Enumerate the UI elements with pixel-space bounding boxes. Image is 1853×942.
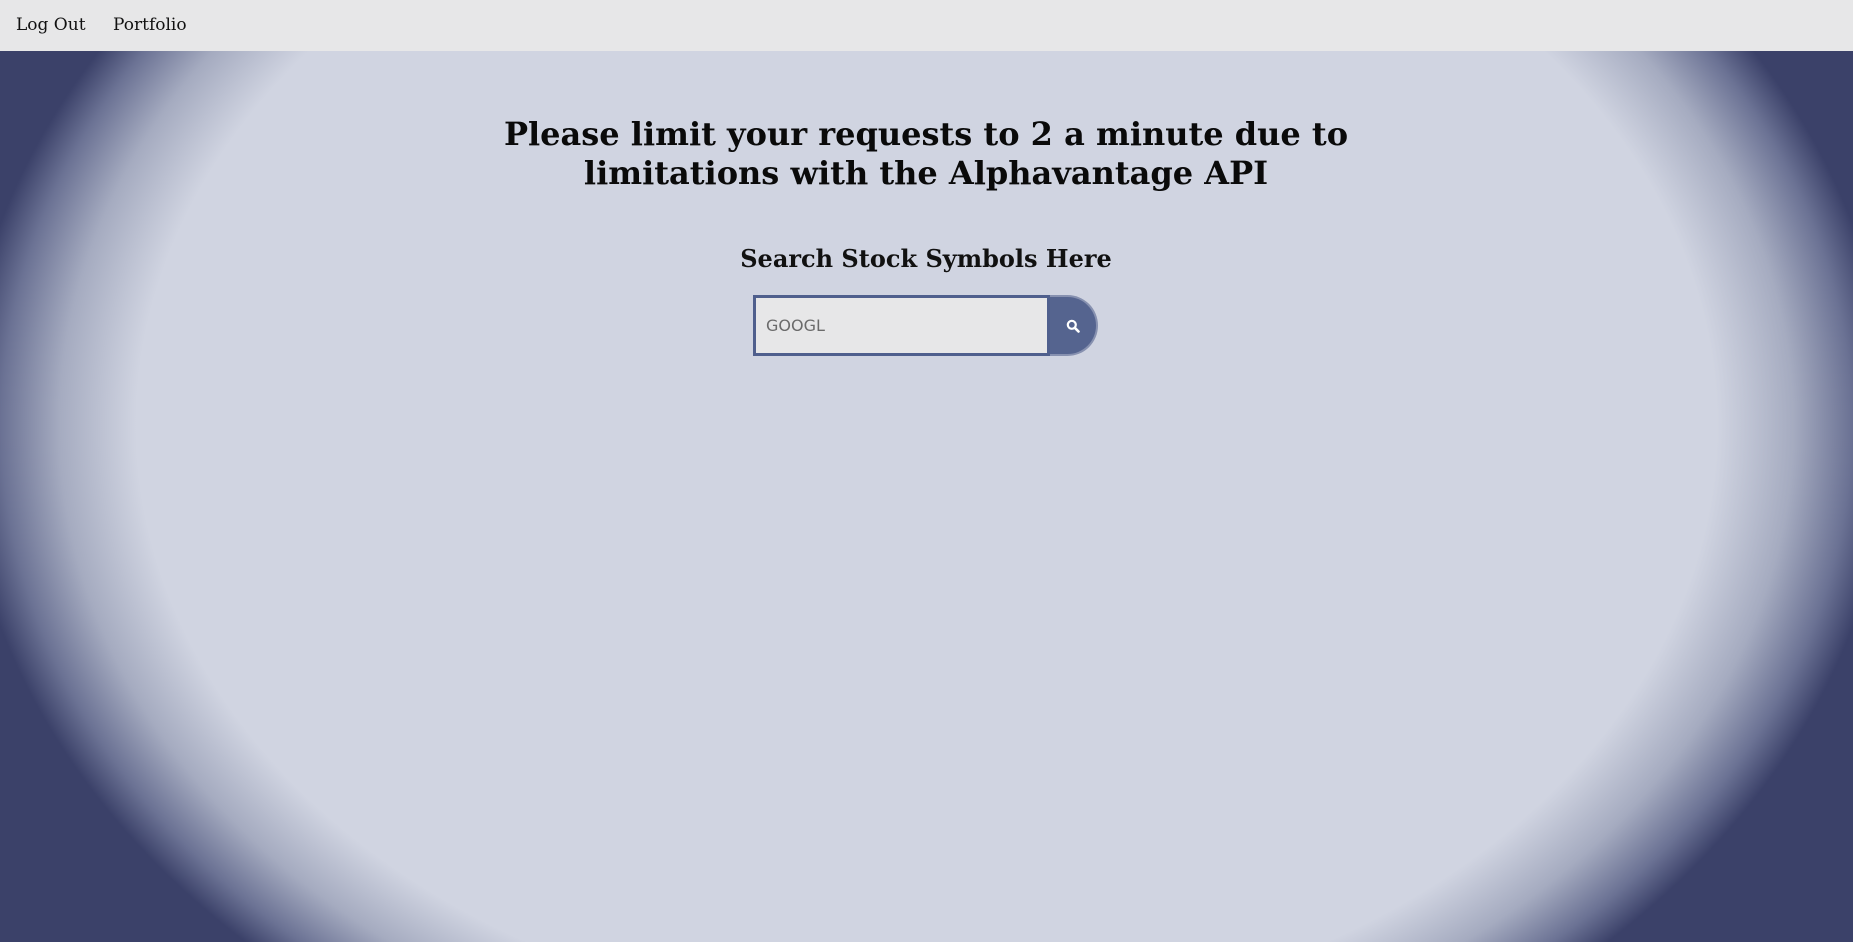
search-heading: Search Stock Symbols Here: [740, 244, 1112, 273]
main-content: Please limit your requests to 2 a minute…: [0, 51, 1853, 942]
portfolio-link[interactable]: Portfolio: [113, 15, 187, 35]
logout-link[interactable]: Log Out: [16, 15, 86, 35]
search-icon: [1066, 319, 1080, 333]
search-button[interactable]: [1050, 295, 1098, 356]
search-form: [753, 295, 1100, 358]
top-navbar: Log Out Portfolio: [0, 0, 1853, 51]
stock-symbol-input[interactable]: [753, 295, 1050, 356]
rate-limit-warning: Please limit your requests to 2 a minute…: [503, 115, 1349, 192]
